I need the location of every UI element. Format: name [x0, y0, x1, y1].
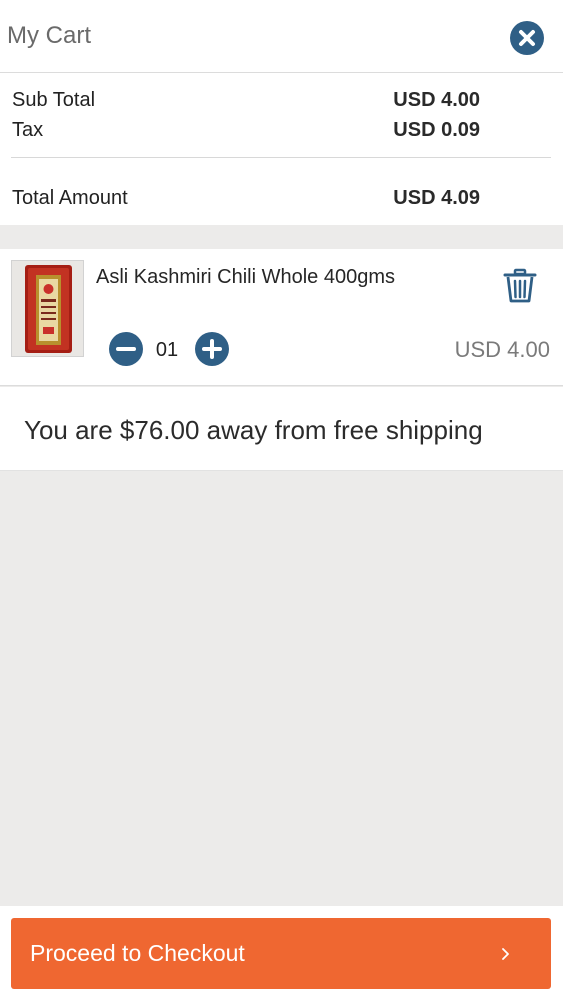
free-shipping-message: You are $76.00 away from free shipping: [24, 415, 483, 445]
total-label: Total Amount: [12, 187, 128, 209]
product-image[interactable]: [11, 260, 84, 357]
delete-item-button[interactable]: [503, 268, 537, 304]
tax-value: USD 0.09: [393, 119, 480, 141]
subtotal-label: Sub Total: [12, 89, 96, 111]
close-icon: [519, 30, 535, 46]
decrease-quantity-button[interactable]: [109, 332, 143, 366]
increase-quantity-button[interactable]: [195, 332, 229, 366]
chevron-right-icon: [502, 948, 509, 960]
plus-icon: [202, 339, 222, 359]
product-name[interactable]: Asli Kashmiri Chili Whole 400gms: [96, 266, 395, 289]
checkout-label: Proceed to Checkout: [30, 940, 245, 966]
subtotal-value: USD 4.00: [393, 89, 480, 111]
page-title: My Cart: [7, 22, 91, 49]
free-shipping-notice: You are $76.00 away from free shipping: [0, 387, 563, 471]
total-value: USD 4.09: [393, 187, 480, 209]
quantity-value: 01: [155, 339, 179, 361]
checkout-footer: Proceed to Checkout: [0, 906, 563, 1000]
minus-icon: [116, 347, 136, 351]
trash-icon: [503, 268, 537, 303]
cart-header: My Cart: [0, 0, 563, 73]
tax-label: Tax: [12, 119, 44, 141]
summary-divider: [11, 157, 551, 158]
close-button[interactable]: [510, 21, 544, 55]
item-price: USD 4.00: [454, 337, 550, 362]
cart-item: Asli Kashmiri Chili Whole 400gms 01 USD: [0, 249, 563, 386]
order-summary: Sub Total USD 4.00 Tax USD 0.09 Total Am…: [0, 73, 563, 225]
cart-screen: My Cart Sub Total USD 4.00 Tax USD 0.09 …: [0, 0, 563, 1000]
proceed-to-checkout-button[interactable]: Proceed to Checkout: [11, 918, 551, 989]
